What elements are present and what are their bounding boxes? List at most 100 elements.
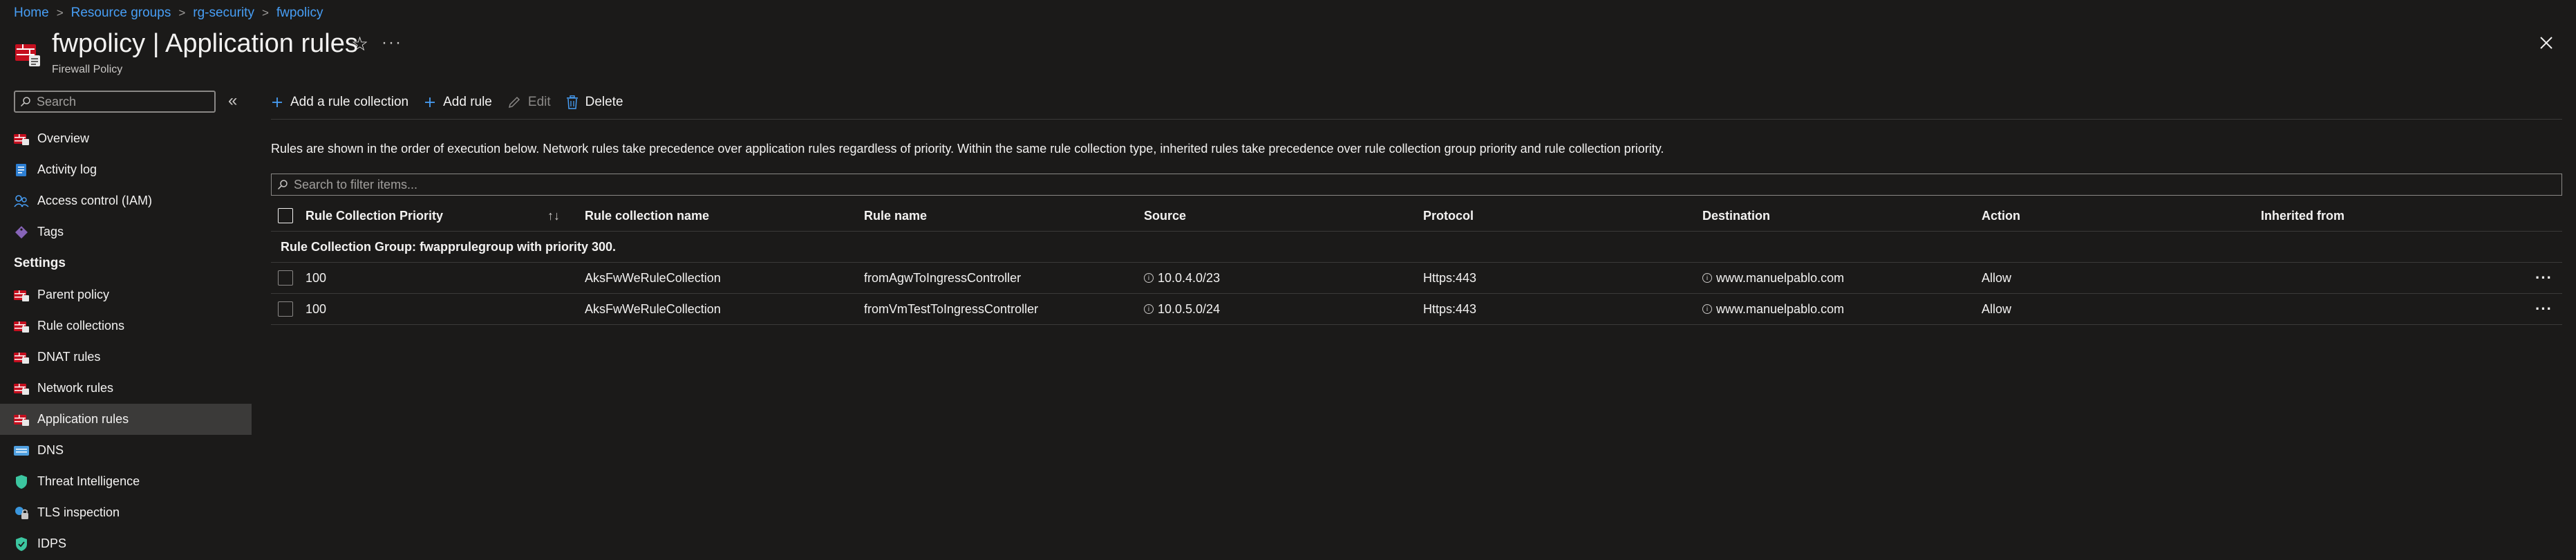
sidebar-item-dnat-rules[interactable]: DNAT rules [0,342,252,373]
toolbar-divider [271,119,2562,120]
sidebar-item-label: Rule collections [37,319,125,333]
breadcrumb-resource-groups[interactable]: Resource groups [71,6,171,21]
row-checkbox[interactable] [278,301,293,317]
info-icon[interactable]: i [1702,273,1712,283]
search-icon [20,97,30,107]
plus-icon [271,96,283,109]
sidebar-item-tags[interactable]: Tags [0,216,252,248]
column-header-rule[interactable]: Rule name [864,200,927,231]
add-rule-collection-label: Add a rule collection [290,95,409,109]
sidebar-item-label: Overview [37,131,90,145]
sidebar-item-parent-policy[interactable]: Parent policy [0,279,252,310]
shield-icon [14,536,29,552]
collapse-sidebar-button[interactable]: « [228,91,237,111]
breadcrumb-separator: > [178,6,186,19]
tag-icon [14,225,29,240]
sort-icon[interactable]: ↑↓ [547,200,560,231]
row-checkbox[interactable] [278,270,293,286]
settings-heading: Settings [14,256,66,270]
column-header-action[interactable]: Action [1982,200,2020,231]
cell-source: i 10.0.4.0/23 [1144,263,1220,293]
sidebar-item-application-rules[interactable]: Application rules [0,404,252,435]
cell-priority: 100 [305,301,327,316]
search-icon [277,180,288,190]
sidebar-item-label: IDPS [37,536,67,550]
breadcrumb-fwpolicy[interactable]: fwpolicy [276,6,323,21]
more-options-button[interactable]: ··· [382,33,402,53]
sidebar-item-label: DNAT rules [37,350,101,364]
search-input[interactable] [35,93,204,110]
column-header-priority[interactable]: Rule Collection Priority [305,200,443,231]
sidebar-item-network-rules[interactable]: Network rules [0,373,252,404]
delete-button[interactable]: Delete [566,95,623,110]
sidebar-item-label: Threat Intelligence [37,474,140,488]
tls-icon [14,505,29,521]
sidebar-search[interactable] [14,91,216,113]
column-header-inherited[interactable]: Inherited from [2261,200,2344,231]
table-row[interactable]: 100 AksFwWeRuleCollection fromAgwToIngre… [271,263,2562,294]
column-header-destination[interactable]: Destination [1702,200,1770,231]
cell-protocol: Https:443 [1423,301,1477,316]
sidebar-item-rule-collections[interactable]: Rule collections [0,310,252,342]
trash-icon [566,95,579,109]
sidebar-item-label: Access control (IAM) [37,194,153,207]
page-title: fwpolicy | Application rules [52,29,358,58]
breadcrumb-rg-security[interactable]: rg-security [193,6,254,21]
edit-button[interactable]: Edit [507,95,551,110]
sidebar-item-access-control[interactable]: Access control (IAM) [0,185,252,216]
cell-collection: AksFwWeRuleCollection [585,270,721,285]
cell-protocol: Https:443 [1423,270,1477,285]
sidebar-item-label: Parent policy [37,288,110,301]
table-row[interactable]: 100 AksFwWeRuleCollection fromVmTestToIn… [271,294,2562,325]
group-header: Rule Collection Group: fwapprulegroup wi… [271,232,2562,263]
select-all-checkbox[interactable] [278,208,293,223]
add-rule-collection-button[interactable]: Add a rule collection [271,95,408,110]
column-header-collection[interactable]: Rule collection name [585,200,709,231]
firewall-icon [14,381,29,396]
firewall-icon [14,288,29,303]
shield-icon [14,474,29,489]
row-more-button[interactable]: ··· [2535,294,2553,324]
pencil-icon [507,95,521,109]
row-more-button[interactable]: ··· [2535,263,2553,293]
column-header-protocol[interactable]: Protocol [1423,200,1474,231]
sidebar-item-label: Application rules [37,412,129,426]
log-icon [14,162,29,178]
command-bar: Add a rule collection Add rule Edit Dele… [271,88,639,116]
cell-action: Allow [1982,270,2012,285]
cell-source: i 10.0.5.0/24 [1144,294,1220,324]
sidebar-item-label: Activity log [37,162,97,176]
firewall-icon [14,412,29,427]
info-icon[interactable]: i [1144,273,1154,283]
sidebar-item-overview[interactable]: Overview [0,123,252,154]
cell-destination: i www.manuelpablo.com [1702,263,1844,293]
delete-label: Delete [585,95,623,109]
close-icon[interactable] [2536,32,2557,53]
filter-input[interactable] [292,176,986,193]
sidebar-item-idps[interactable]: IDPS [0,528,252,559]
info-icon[interactable]: i [1144,304,1154,314]
sidebar-item-label: DNS [37,443,64,457]
breadcrumb-separator: > [261,6,269,19]
info-icon[interactable]: i [1702,304,1712,314]
sidebar-item-dns[interactable]: DNS [0,435,252,466]
plus-icon [424,96,436,109]
star-icon[interactable]: ☆ [351,32,368,55]
breadcrumb-separator: > [56,6,64,19]
info-text: Rules are shown in the order of executio… [271,142,1664,156]
filter-box[interactable] [271,174,2562,196]
sidebar-item-threat-intelligence[interactable]: Threat Intelligence [0,466,252,497]
people-icon [14,194,29,209]
sidebar-item-tls-inspection[interactable]: TLS inspection [0,497,252,528]
cell-source-value: 10.0.4.0/23 [1158,270,1221,285]
sidebar-item-label: Tags [37,225,64,239]
breadcrumb: Home > Resource groups > rg-security > f… [14,3,323,24]
firewall-icon [14,319,29,334]
breadcrumb-home[interactable]: Home [14,6,49,21]
firewall-icon [14,131,29,147]
add-rule-button[interactable]: Add rule [424,95,492,110]
column-header-source[interactable]: Source [1144,200,1186,231]
sidebar-item-activity-log[interactable]: Activity log [0,154,252,185]
firewall-policy-icon [15,44,40,66]
rules-table: Rule Collection Priority ↑↓ Rule collect… [271,200,2562,325]
